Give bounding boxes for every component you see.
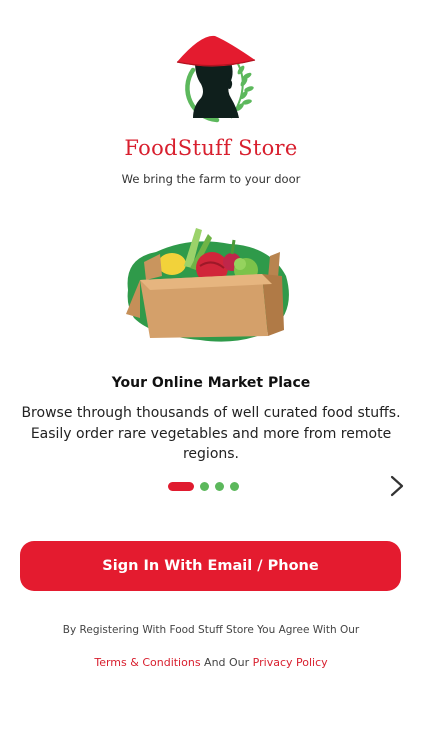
slide-description: Browse through thousands of well curated… xyxy=(21,405,401,462)
chevron-right-icon xyxy=(390,475,404,497)
sign-in-button[interactable]: Sign In With Email / Phone xyxy=(20,541,401,591)
next-slide-button[interactable] xyxy=(386,473,408,499)
brand-tagline: We bring the farm to your door xyxy=(121,172,301,186)
registration-notice: By Registering With Food Stuff Store You… xyxy=(62,624,360,636)
legal-connector: And Our xyxy=(200,656,253,669)
produce-box-illustration xyxy=(126,228,289,342)
brand-logo xyxy=(171,32,257,124)
slide-title: Your Online Market Place xyxy=(111,375,311,391)
privacy-policy-link[interactable]: Privacy Policy xyxy=(253,656,328,669)
pagination-dot[interactable] xyxy=(200,481,209,491)
pagination-dot[interactable] xyxy=(215,481,224,491)
carousel-pagination xyxy=(168,480,239,492)
onboarding-illustration xyxy=(120,218,300,348)
pagination-dot[interactable] xyxy=(230,481,239,491)
legal-links: Terms & Conditions And Our Privacy Polic… xyxy=(0,656,422,669)
brand-name: FoodStuff Store xyxy=(124,136,298,160)
pagination-dot-active[interactable] xyxy=(168,481,194,491)
terms-link[interactable]: Terms & Conditions xyxy=(94,656,200,669)
farmer-logo-icon xyxy=(176,35,256,123)
